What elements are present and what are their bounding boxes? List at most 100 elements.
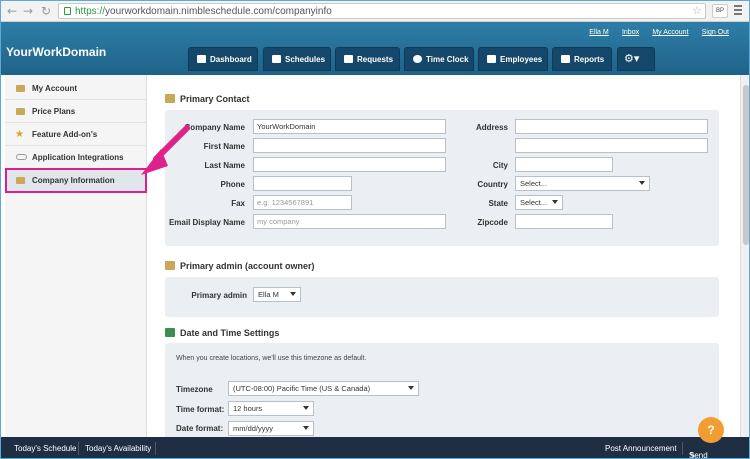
date-format-select[interactable]: mm/dd/yyyy: [228, 421, 314, 436]
primary-contact-header: Primary Contact: [165, 94, 250, 104]
sidebar-item-label: My Account: [32, 84, 78, 93]
credit-card-icon: [16, 108, 25, 115]
last-name-input[interactable]: [253, 157, 446, 172]
link-icon: [16, 154, 27, 160]
time-format-select[interactable]: 12 hours: [228, 401, 314, 416]
chevron-down-icon: [303, 406, 309, 410]
sign-out-link[interactable]: Sign Out: [702, 29, 729, 36]
phone-input[interactable]: [253, 176, 352, 191]
profile-badge[interactable]: BP: [712, 4, 728, 18]
todays-availability-link[interactable]: Today's Availability: [85, 444, 151, 453]
tab-label: Dashboard: [210, 55, 252, 64]
timezone-select[interactable]: (UTC-08:00) Pacific Time (US & Canada): [228, 381, 419, 396]
first-name-input[interactable]: [253, 138, 446, 153]
address-line2-input[interactable]: [515, 138, 708, 153]
address-label: Address: [475, 123, 508, 132]
footer-bar: Today's Schedule Today's Availability Po…: [1, 437, 749, 458]
primary-contact-panel: Company Name YourWorkDomain First Name L…: [165, 110, 719, 246]
lock-icon: [64, 7, 71, 15]
primary-admin-label: Primary admin: [191, 291, 247, 300]
chevron-down-icon: [303, 426, 309, 430]
date-format-value: mm/dd/yyyy: [233, 424, 274, 433]
sidebar-item-feature-addons[interactable]: ★ Feature Add-on's: [5, 123, 147, 146]
fax-label: Fax: [231, 199, 245, 208]
company-name-input[interactable]: YourWorkDomain: [253, 119, 446, 134]
address-line1-input[interactable]: [515, 119, 708, 134]
scrollbar-thumb[interactable]: [743, 85, 749, 245]
inbox-link[interactable]: Inbox: [622, 29, 639, 36]
tab-reports[interactable]: Reports: [552, 47, 612, 71]
fax-input[interactable]: e.g. 1234567891: [253, 195, 352, 210]
document-icon: [344, 55, 353, 63]
clock-icon: [413, 55, 422, 63]
globe-icon: [165, 328, 175, 337]
bookmark-star-icon[interactable]: ☆: [692, 4, 702, 17]
section-title: Primary admin (account owner): [180, 261, 315, 271]
page-frame: ← → ↻ https://yourworkdomain.nimblesched…: [0, 0, 750, 459]
footer-divider: [682, 442, 683, 455]
phone-label: Phone: [220, 180, 245, 189]
country-select[interactable]: Select...: [515, 176, 650, 191]
state-select[interactable]: Select...: [515, 195, 563, 210]
browser-menu-icon[interactable]: [734, 5, 742, 17]
timezone-value: (UTC-08:00) Pacific Time (US & Canada): [233, 384, 371, 393]
user-link[interactable]: Ella M: [589, 29, 608, 36]
email-display-name-input[interactable]: my company: [253, 214, 446, 229]
address-bar[interactable]: https://yourworkdomain.nimbleschedule.co…: [58, 3, 706, 19]
top-links: Ella M Inbox My Account Sign Out: [578, 27, 729, 36]
todays-schedule-link[interactable]: Today's Schedule: [14, 444, 76, 453]
calendar-icon: [272, 55, 281, 63]
footer-divider: [78, 442, 79, 455]
brand-name[interactable]: YourWorkDomain: [6, 45, 106, 59]
sidebar-item-my-account[interactable]: My Account: [5, 77, 147, 100]
star-icon: ★: [15, 129, 24, 140]
state-select-value: Select...: [520, 198, 548, 207]
chevron-down-icon: [552, 200, 558, 204]
sidebar-item-label: Price Plans: [32, 107, 76, 116]
zipcode-input[interactable]: [515, 214, 613, 229]
url-scheme: https://: [75, 6, 106, 17]
tab-label: Reports: [574, 55, 605, 64]
time-format-value: 12 hours: [233, 404, 263, 413]
account-icon: [16, 85, 25, 92]
tab-label: Employees: [500, 55, 543, 64]
date-time-panel: When you create locations, we'll use thi…: [165, 343, 719, 443]
time-format-label: Time format:: [176, 405, 225, 414]
tab-schedules[interactable]: Schedules: [263, 47, 331, 71]
page-scrollbar[interactable]: [740, 75, 749, 437]
settings-gear-icon[interactable]: ⚙▾: [617, 47, 655, 71]
tab-time-clock[interactable]: Time Clock: [404, 47, 474, 71]
country-select-value: Select...: [520, 179, 548, 188]
first-name-label: First Name: [203, 142, 245, 151]
my-account-link[interactable]: My Account: [652, 29, 688, 36]
sidebar-item-price-plans[interactable]: Price Plans: [5, 100, 147, 123]
browser-toolbar: ← → ↻ https://yourworkdomain.nimblesched…: [1, 1, 749, 22]
chevron-down-icon: [408, 386, 414, 390]
company-icon: [16, 177, 25, 184]
primary-admin-select[interactable]: Ella M: [253, 287, 301, 302]
tab-requests[interactable]: Requests: [335, 47, 400, 71]
state-label: State: [488, 199, 508, 208]
tab-employees[interactable]: Employees: [478, 47, 548, 71]
primary-admin-panel: Primary admin Ella M: [165, 277, 719, 317]
forward-icon[interactable]: →: [21, 4, 35, 18]
footer-divider: [155, 442, 156, 455]
post-announcement-link[interactable]: Post Announcement: [605, 444, 677, 453]
section-title: Date and Time Settings: [180, 328, 280, 338]
timezone-label: Timezone: [176, 385, 213, 394]
help-chat-button[interactable]: ?: [698, 417, 724, 443]
reload-icon[interactable]: ↻: [39, 4, 53, 18]
sidebar-item-label: Feature Add-on's: [32, 130, 98, 139]
primary-admin-header: Primary admin (account owner): [165, 261, 315, 271]
app-header: Ella M Inbox My Account Sign Out YourWor…: [1, 22, 749, 75]
tab-label: Schedules: [285, 55, 326, 64]
sidebar-item-company-information[interactable]: Company Information: [5, 168, 147, 193]
back-icon[interactable]: ←: [5, 4, 19, 18]
sidebar-item-label: Application Integrations: [32, 153, 124, 162]
chevron-down-icon: [290, 292, 296, 296]
admin-icon: [165, 261, 175, 270]
city-input[interactable]: [515, 157, 613, 172]
sidebar-item-application-integrations[interactable]: Application Integrations: [5, 146, 147, 169]
tab-dashboard[interactable]: Dashboard: [188, 47, 258, 71]
primary-admin-value: Ella M: [258, 290, 279, 299]
